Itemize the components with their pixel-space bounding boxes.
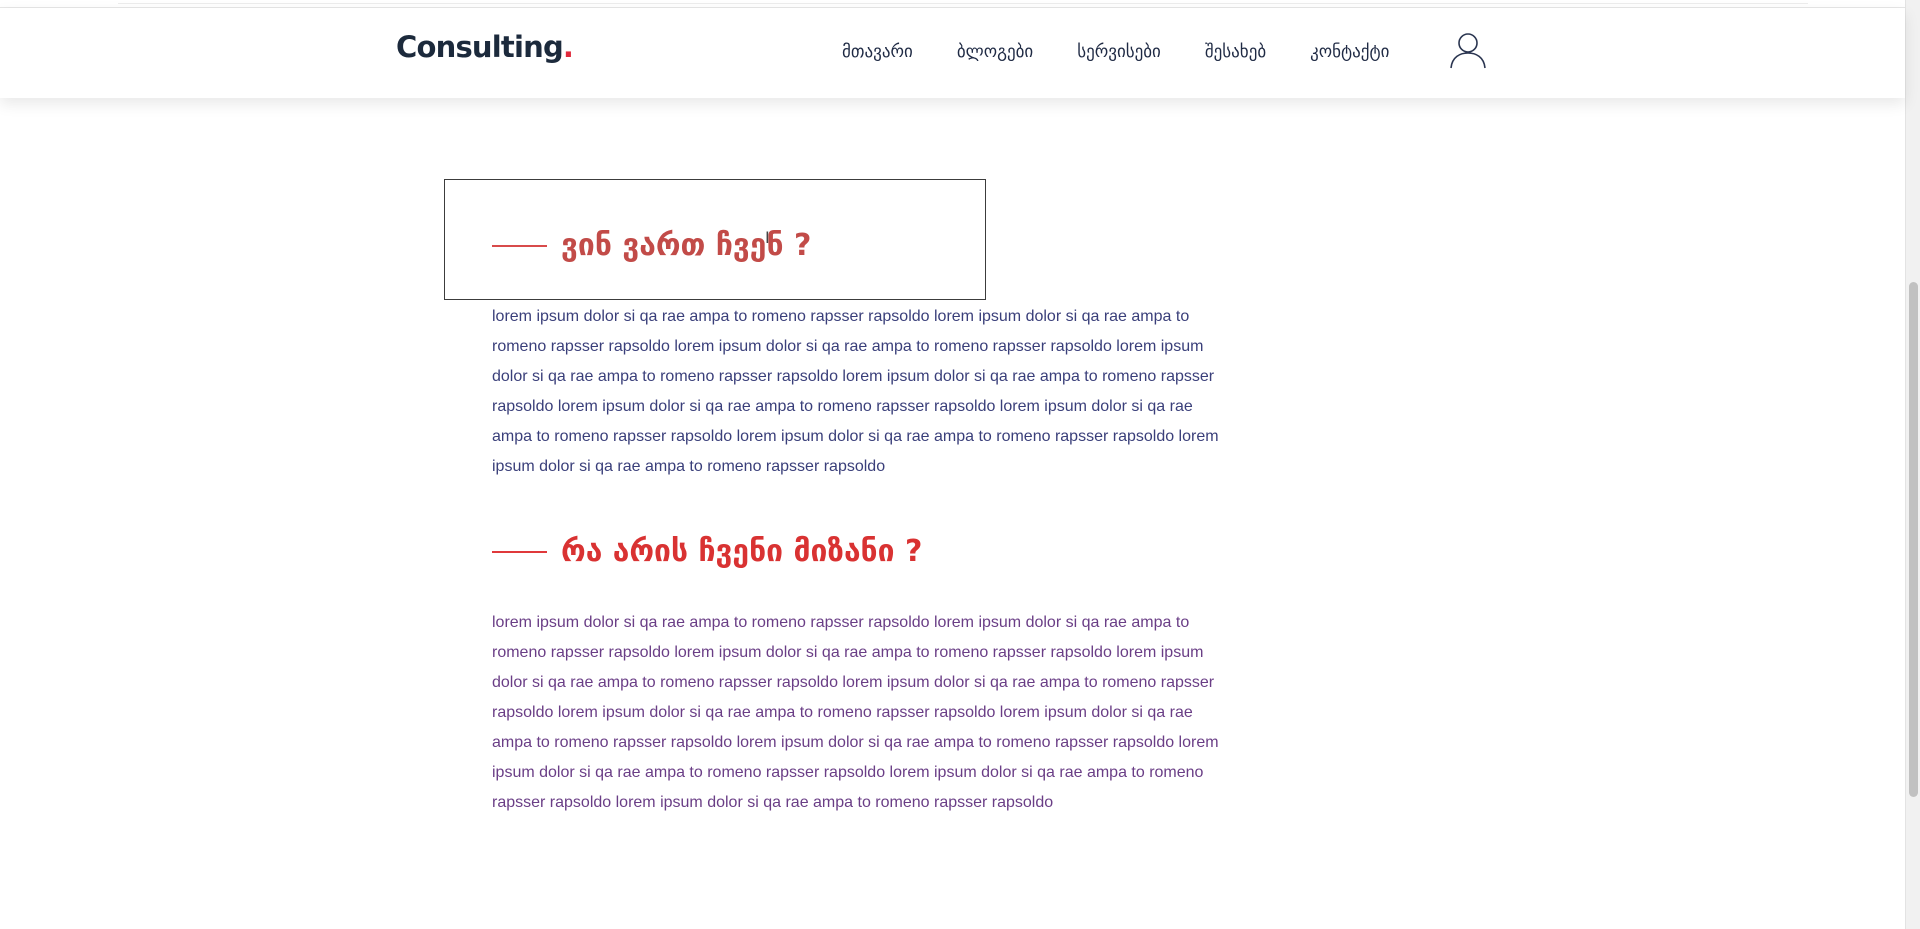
heading-accent-line — [492, 550, 547, 553]
section-heading-text: ვინ ვართ ჩვენ ? — [561, 228, 812, 263]
logo-dot: . — [562, 30, 574, 64]
nav-item-about[interactable]: შესახებ — [1205, 42, 1266, 62]
section-heading-our-goal: რა არის ჩვენი მიზანი ? — [492, 534, 922, 569]
navbar: Consulting. მთავარი ბლოგები სერვისები შე… — [0, 8, 1905, 98]
scrollbar[interactable] — [1905, 0, 1920, 929]
top-strip-inner — [118, 0, 1808, 4]
section-heading-text: რა არის ჩვენი მიზანი ? — [561, 534, 923, 569]
heading-accent-line — [492, 244, 547, 247]
nav-item-home[interactable]: მთავარი — [842, 42, 913, 62]
user-icon[interactable] — [1448, 30, 1488, 70]
nav-item-services[interactable]: სერვისები — [1077, 42, 1161, 62]
scrollbar-thumb[interactable] — [1909, 282, 1918, 797]
section-paragraph: lorem ipsum dolor si qa rae ampa to rome… — [492, 614, 1219, 811]
nav-item-contact[interactable]: კონტაქტი — [1310, 42, 1389, 62]
page: Consulting. მთავარი ბლოგები სერვისები შე… — [0, 0, 1920, 929]
nav-item-blogs[interactable]: ბლოგები — [957, 42, 1033, 62]
section-heading-who-we-are: ვინ ვართ ჩვენ ? — [492, 228, 811, 263]
logo-text: Consulting — [396, 30, 564, 64]
logo[interactable]: Consulting. — [396, 30, 574, 64]
section-paragraph: lorem ipsum dolor si qa rae ampa to rome… — [492, 308, 1219, 475]
text-cursor-icon: Ι — [765, 228, 770, 247]
main-nav: მთავარი ბლოგები სერვისები შესახებ კონტაქ… — [842, 42, 1389, 62]
top-strip — [0, 0, 1905, 8]
